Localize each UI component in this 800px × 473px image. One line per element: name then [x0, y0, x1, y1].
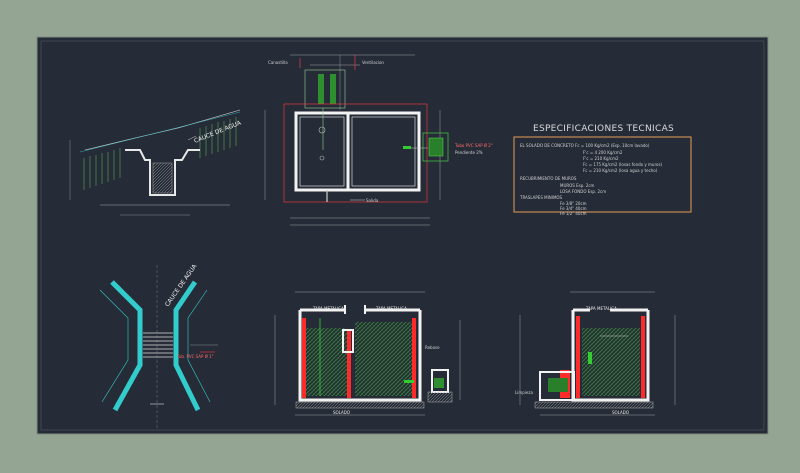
spec-row: F'c = 4 200 Kg/cm2 [583, 150, 623, 155]
note-canastilla: Canastilla [268, 60, 288, 65]
spec-row: MUROS Esp. 2cm [560, 183, 595, 188]
spec-row: Fe 1/2" 40cm [560, 211, 587, 216]
tapa-label-b: TAPA METALICA [586, 306, 617, 311]
solado-label-b: SOLADO [612, 410, 629, 415]
tapa-label-2: TAPA METALICA [376, 306, 407, 311]
solado-label: SOLADO [333, 410, 350, 415]
note-salida: Salida [366, 198, 379, 203]
note-vent: Ventilacion [362, 60, 384, 65]
spec-row: TRASLAPES MINIMOS [520, 195, 563, 200]
note-rebose: Rebose [425, 345, 440, 350]
reservoir-section-a [274, 291, 461, 416]
spec-row: EL SOLADO DE CONCRETO Fc = 100 Kg/cm2 (E… [520, 143, 650, 148]
spec-title: ESPECIFICACIONES TECNICAS [532, 124, 675, 134]
spec-row: F'c = 210 Kg/cm2 [583, 156, 619, 161]
spec-row: Fc = 175 Kg/cm2 (losas fondo y muros) [583, 162, 663, 167]
cauce-plan-view [99, 265, 218, 430]
cad-drawing: CAUCE DE AGUA CAUCE DE AGUA [36, 36, 769, 435]
note-pipe: Tubo PVC SAP Ø 2" [455, 143, 493, 148]
spec-row: RECUBRIMIENTO DE MUROS [520, 176, 577, 181]
note-pipe-2: Tub. PVC SAP Ø 1" [177, 354, 214, 359]
note-slope: Pendiente 2% [455, 150, 483, 155]
reservoir-plan-view [264, 54, 449, 226]
spec-row: LOSA FONDO Esp. 2cm [560, 189, 607, 194]
spec-table-border [513, 136, 692, 213]
spec-row: Fc = 210 Kg/cm2 (losa agua y techo) [583, 168, 658, 173]
cauce-section-detail [69, 109, 241, 216]
tapa-label: TAPA METALICA [313, 306, 344, 311]
note-limpieza: Limpieza [515, 390, 533, 395]
